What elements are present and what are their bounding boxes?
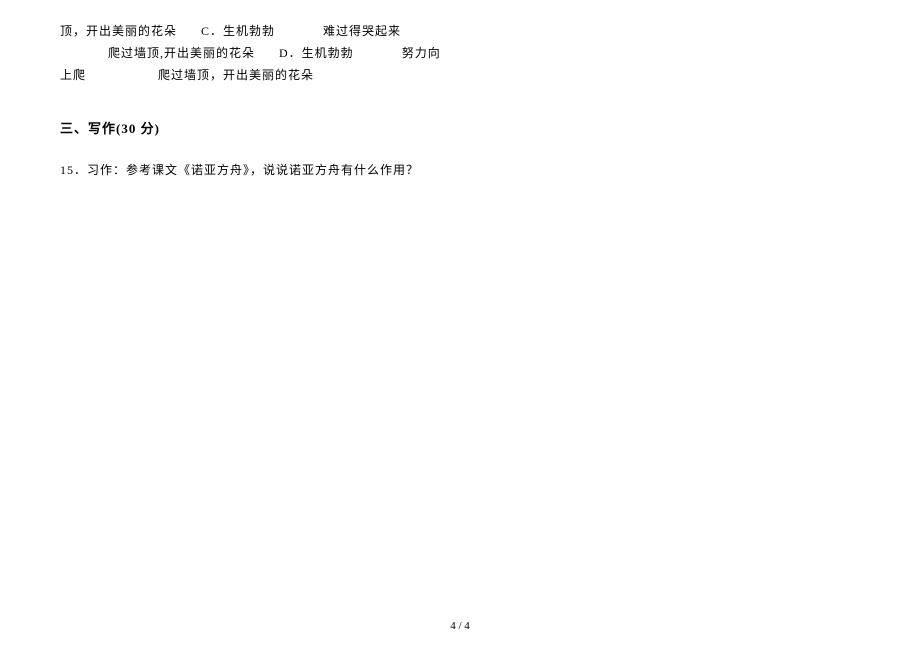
- question-number: 15．: [60, 163, 87, 177]
- text-fragment: 爬过墙顶,开出美丽的花朵: [108, 46, 255, 60]
- section-title: 三、写作(30 分): [60, 121, 160, 136]
- page-number-text: 4 / 4: [450, 620, 470, 632]
- section-header-writing: 三、写作(30 分): [60, 118, 860, 137]
- page-number: 4 / 4: [0, 620, 920, 632]
- continuation-line-1: 顶，开出美丽的花朵 C．生机勃勃 难过得哭起来: [60, 20, 860, 42]
- question-text: 习作：参考课文《诺亚方舟》，说说诺亚方舟有什么作用？: [87, 163, 419, 177]
- continuation-line-2: 爬过墙顶,开出美丽的花朵 D．生机勃勃 努力向: [60, 42, 860, 64]
- text-fragment: 爬过墙顶，开出美丽的花朵: [158, 68, 314, 82]
- text-fragment: 上爬: [60, 68, 86, 82]
- option-d: D．生机勃勃: [279, 46, 354, 60]
- question-15: 15．习作：参考课文《诺亚方舟》，说说诺亚方舟有什么作用？: [60, 159, 860, 181]
- page-content: 顶，开出美丽的花朵 C．生机勃勃 难过得哭起来 爬过墙顶,开出美丽的花朵 D．生机勃勃…: [0, 0, 920, 181]
- text-fragment: 难过得哭起来: [323, 24, 401, 38]
- text-fragment: 努力向: [402, 46, 441, 60]
- option-c: C．生机勃勃: [201, 24, 275, 38]
- text-fragment: 顶，开出美丽的花朵: [60, 24, 177, 38]
- continuation-line-3: 上爬 爬过墙顶，开出美丽的花朵: [60, 64, 860, 86]
